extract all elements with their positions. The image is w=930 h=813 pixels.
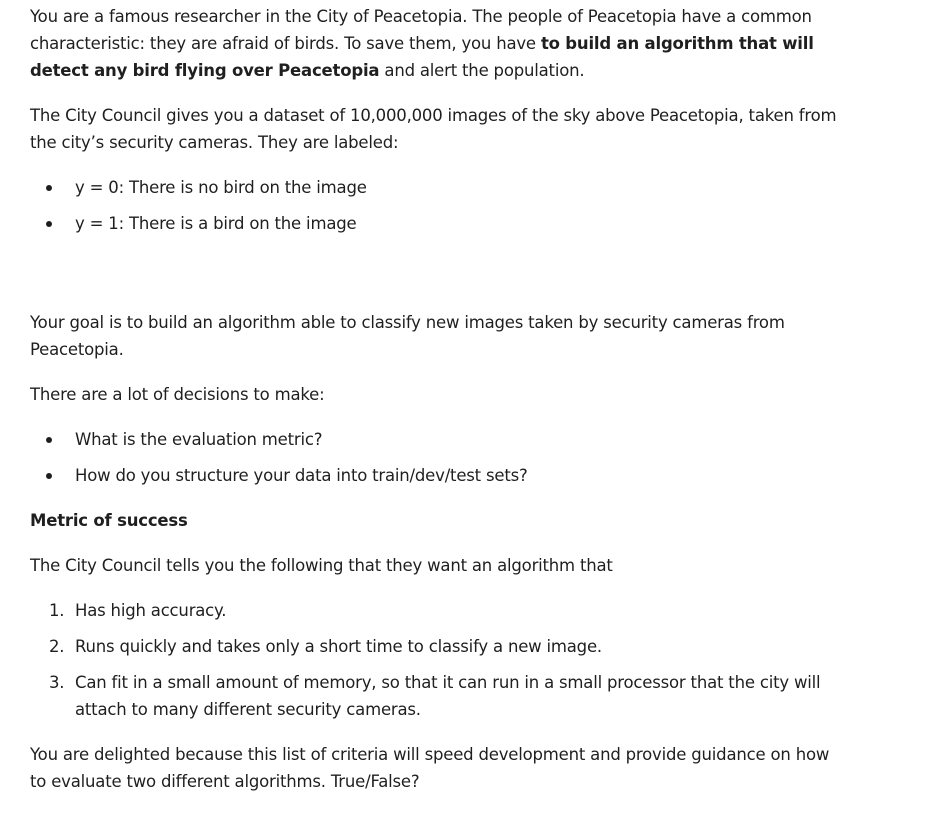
decision-text: What is the evaluation metric?	[75, 430, 323, 449]
metric-heading: Metric of success	[30, 507, 850, 534]
list-item: y = 1: There is a bird on the image	[30, 210, 850, 237]
bullet-icon	[46, 185, 52, 191]
dataset-paragraph: The City Council gives you a dataset of …	[30, 106, 837, 152]
list-number: 3.	[49, 673, 65, 692]
labels-list: y = 0: There is no bird on the image y =…	[30, 174, 850, 237]
list-item: 2. Runs quickly and takes only a short t…	[30, 633, 850, 660]
list-number: 1.	[49, 601, 65, 620]
question-content: You are a famous researcher in the City …	[30, 3, 850, 813]
question-paragraph: You are delighted because this list of c…	[30, 745, 830, 791]
label-text: y = 0: There is no bird on the image	[75, 178, 367, 197]
intro-text-end: and alert the population.	[379, 61, 585, 80]
bullet-icon	[46, 437, 52, 443]
list-item: y = 0: There is no bird on the image	[30, 174, 850, 201]
list-item: 3. Can fit in a small amount of memory, …	[30, 669, 850, 723]
council-paragraph: The City Council tells you the following…	[30, 556, 613, 575]
goal-paragraph: Your goal is to build an algorithm able …	[30, 313, 785, 359]
decisions-paragraph: There are a lot of decisions to make:	[30, 385, 325, 404]
criteria-list: 1. Has high accuracy. 2. Runs quickly an…	[30, 597, 850, 723]
metric-heading-text: Metric of success	[30, 511, 188, 530]
criterion-text: Runs quickly and takes only a short time…	[75, 637, 602, 656]
intro-paragraph: You are a famous researcher in the City …	[30, 3, 850, 84]
list-item: 1. Has high accuracy.	[30, 597, 850, 624]
list-item: How do you structure your data into trai…	[30, 462, 850, 489]
bullet-icon	[46, 473, 52, 479]
criterion-text: Can fit in a small amount of memory, so …	[75, 673, 821, 719]
bullet-icon	[46, 221, 52, 227]
decisions-list: What is the evaluation metric? How do yo…	[30, 426, 850, 489]
label-text: y = 1: There is a bird on the image	[75, 214, 357, 233]
decision-text: How do you structure your data into trai…	[75, 466, 528, 485]
criterion-text: Has high accuracy.	[75, 601, 227, 620]
list-item: What is the evaluation metric?	[30, 426, 850, 453]
list-number: 2.	[49, 637, 65, 656]
